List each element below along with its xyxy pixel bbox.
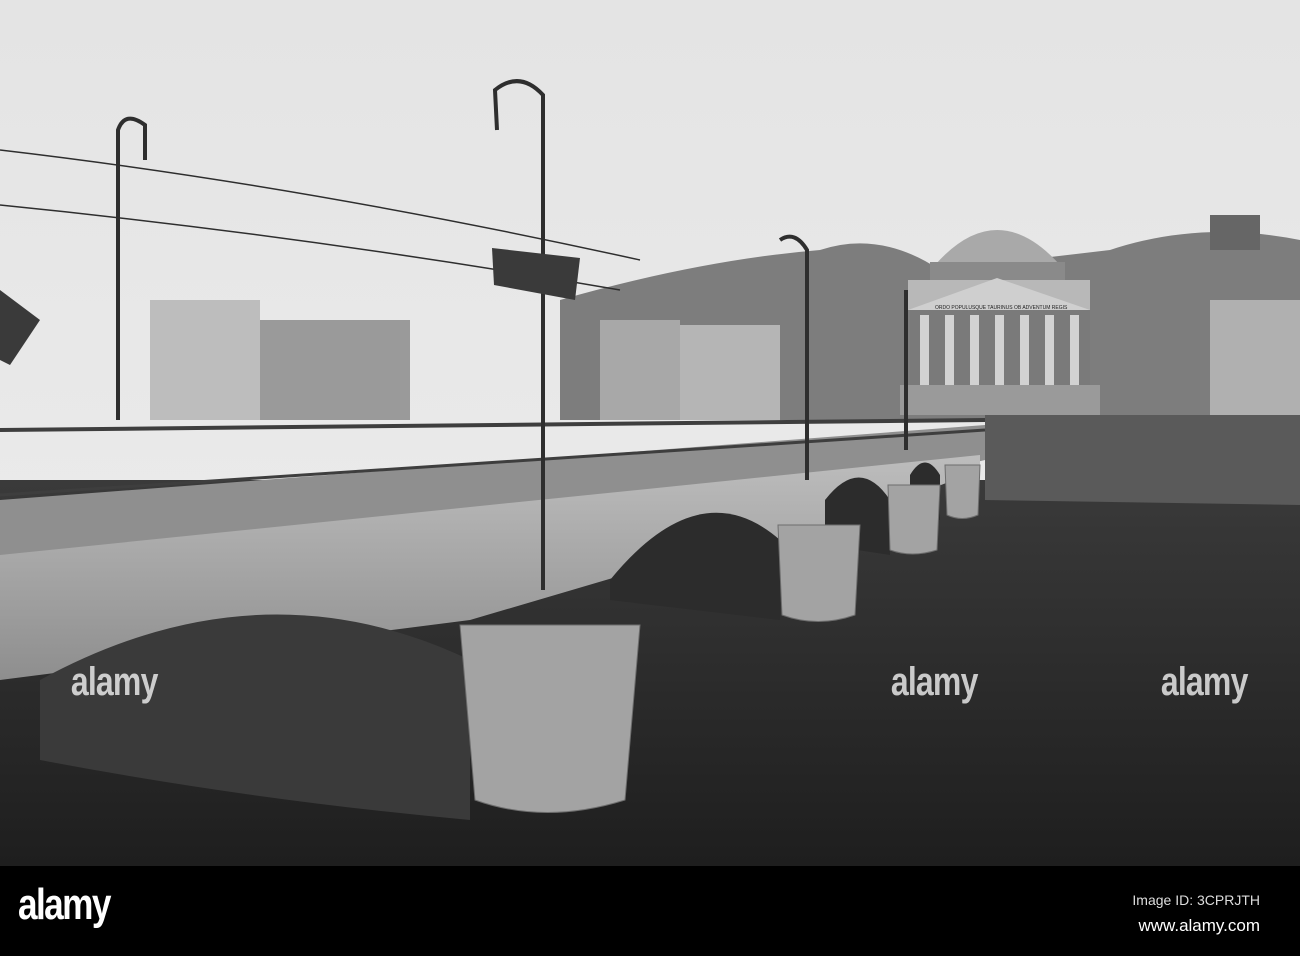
watermark: alamy (890, 660, 979, 704)
alamy-logo[interactable]: alamy (18, 880, 111, 930)
site-url[interactable]: www.alamy.com (1138, 916, 1260, 936)
image-id: Image ID: 3CPRJTH (1132, 892, 1260, 908)
watermark: alamy (1160, 660, 1249, 704)
stock-photo-page: alamy alamy alamy alamy Image ID: 3CPRJT… (0, 0, 1300, 956)
watermark: alamy (70, 660, 159, 704)
riverbank (985, 415, 1300, 505)
footer-bar: alamy Image ID: 3CPRJTH www.alamy.com (0, 866, 1300, 956)
church-inscription: ORDO POPULUSQUE TAURINUS OB ADVENTUM REG… (935, 305, 1068, 311)
bridge-photo (0, 0, 1300, 866)
